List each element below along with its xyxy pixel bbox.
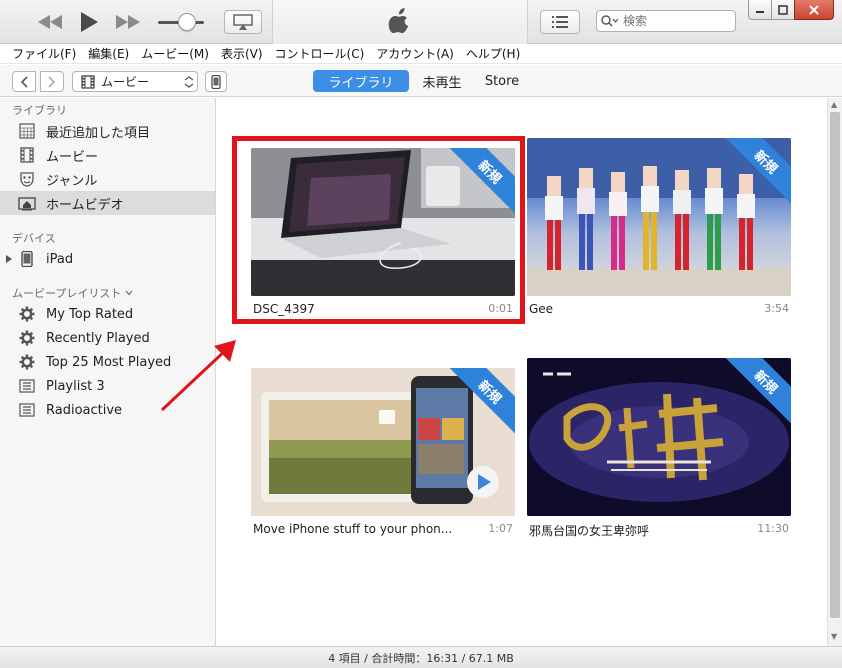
menu-controls[interactable]: コントロール(C) <box>269 45 371 62</box>
forward-button[interactable] <box>40 71 64 92</box>
home-video-icon <box>18 194 36 212</box>
sidebar-item-home-videos[interactable]: ホームビデオ <box>0 191 215 215</box>
theater-mask-icon <box>18 170 36 188</box>
maximize-button[interactable] <box>771 0 795 20</box>
sidebar-item-my-top-rated[interactable]: My Top Rated <box>0 302 215 326</box>
updown-chevron-icon <box>184 75 194 88</box>
sidebar-item-genres[interactable]: ジャンル <box>0 167 215 191</box>
gear-icon <box>18 329 36 347</box>
scrollbar-thumb[interactable] <box>830 112 840 618</box>
status-summary: 4 項目 / 合計時間：16:31 / 67.1 MB <box>328 651 514 665</box>
fast-forward-icon <box>116 15 140 29</box>
sidebar-section-devices: デバイス <box>12 232 56 245</box>
video-title: 邪馬台国の女王卑弥呼 <box>529 524 650 538</box>
list-icon <box>552 16 568 28</box>
menu-view[interactable]: 表示(V) <box>215 45 269 62</box>
chevron-down-icon[interactable] <box>125 290 133 296</box>
tab-unplayed[interactable]: 未再生 <box>412 70 472 92</box>
fast-forward-button[interactable] <box>114 10 142 34</box>
ipad-icon <box>18 250 36 268</box>
rewind-button[interactable] <box>36 10 64 34</box>
iphone-icon <box>211 74 221 89</box>
film-icon <box>18 146 36 164</box>
search-icon <box>601 15 619 27</box>
menu-help[interactable]: ヘルプ(H) <box>460 45 526 62</box>
video-thumbnail[interactable]: 新規 <box>251 368 515 516</box>
airplay-icon <box>233 14 253 30</box>
apple-logo-icon <box>388 8 409 34</box>
chevron-right-icon <box>48 75 56 88</box>
sidebar-section-playlists: ムービープレイリスト <box>12 285 133 301</box>
video-card-move-iphone[interactable]: 新規 Move iPhone stuff to your phon... 1:0… <box>251 368 515 540</box>
gear-icon <box>18 353 36 371</box>
video-title: Move iPhone stuff to your phon... <box>253 522 453 536</box>
menu-bar: ファイル(F) 編集(E) ムービー(M) 表示(V) コントロール(C) アカ… <box>0 44 842 64</box>
calendar-grid-icon <box>18 122 36 140</box>
playlist-icon <box>18 401 36 419</box>
video-thumbnail[interactable]: 新規 <box>527 358 791 516</box>
playlist-icon <box>18 377 36 395</box>
play-button[interactable] <box>76 8 102 36</box>
minimize-icon <box>756 10 764 13</box>
media-kind-select[interactable]: ムービー <box>72 71 198 92</box>
gear-icon <box>18 305 36 323</box>
now-playing-display <box>272 0 528 44</box>
up-next-list-button[interactable] <box>540 10 580 34</box>
video-duration: 1:07 <box>488 522 513 535</box>
scroll-down-icon[interactable]: ▼ <box>831 632 837 641</box>
search-field[interactable] <box>596 10 736 32</box>
media-kind-label: ムービー <box>101 75 150 89</box>
sidebar-item-recently-added[interactable]: 最近追加した項目 <box>0 119 215 143</box>
film-icon <box>81 74 95 89</box>
volume-slider-knob[interactable] <box>178 13 196 31</box>
sidebar-item-label: ムービー <box>46 149 99 165</box>
minimize-button[interactable] <box>748 0 772 20</box>
device-button[interactable] <box>205 71 227 92</box>
rewind-icon <box>38 15 62 29</box>
sidebar-section-library: ライブラリ <box>12 104 67 117</box>
sidebar-item-label: 最近追加した項目 <box>46 125 151 141</box>
sidebar-item-ipad[interactable]: iPad <box>0 247 215 271</box>
play-icon <box>81 12 98 32</box>
video-thumbnail[interactable]: 新規 <box>527 138 791 296</box>
search-input[interactable] <box>623 14 723 28</box>
video-duration: 11:30 <box>757 522 789 535</box>
annotation-highlight-box <box>232 136 525 324</box>
video-duration: 3:54 <box>764 302 789 315</box>
video-card-gee[interactable]: 新規 Gee 3:54 <box>527 138 791 320</box>
scroll-up-icon[interactable]: ▲ <box>831 100 837 109</box>
tab-store[interactable]: Store <box>476 70 528 92</box>
menu-movie[interactable]: ムービー(M) <box>135 45 215 62</box>
sidebar-item-label: Radioactive <box>46 402 123 418</box>
chevron-left-icon <box>20 75 28 88</box>
airplay-button[interactable] <box>224 10 262 34</box>
annotation-arrow-icon <box>160 340 236 412</box>
sidebar-section-label: ムービープレイリスト <box>12 287 122 300</box>
menu-account[interactable]: アカウント(A) <box>370 45 460 62</box>
sidebar-item-movies[interactable]: ムービー <box>0 143 215 167</box>
menu-file[interactable]: ファイル(F) <box>6 45 82 62</box>
tab-library[interactable]: ライブラリ <box>313 70 409 92</box>
sidebar-item-label: iPad <box>46 251 74 267</box>
sidebar-item-label: ジャンル <box>46 173 98 189</box>
close-button[interactable] <box>794 0 834 20</box>
menu-edit[interactable]: 編集(E) <box>82 45 135 62</box>
close-icon <box>809 4 819 15</box>
navigation-bar: ムービー ライブラリ 未再生 Store <box>0 65 842 97</box>
video-card-himiko[interactable]: 新規 邪馬台国の女王卑弥呼 11:30 <box>527 358 791 540</box>
back-button[interactable] <box>12 71 36 92</box>
disclosure-triangle-icon[interactable] <box>6 255 18 263</box>
sidebar-item-label: Playlist 3 <box>46 378 105 394</box>
sidebar-item-label: Recently Played <box>46 330 150 346</box>
sidebar-item-label: ホームビデオ <box>46 197 124 213</box>
maximize-icon <box>778 4 788 15</box>
title-bar <box>0 0 842 44</box>
vertical-scrollbar[interactable]: ▲ ▼ <box>827 98 842 646</box>
video-title: Gee <box>529 302 554 316</box>
sidebar-item-label: My Top Rated <box>46 306 134 322</box>
status-bar: 4 項目 / 合計時間：16:31 / 67.1 MB <box>0 646 842 668</box>
